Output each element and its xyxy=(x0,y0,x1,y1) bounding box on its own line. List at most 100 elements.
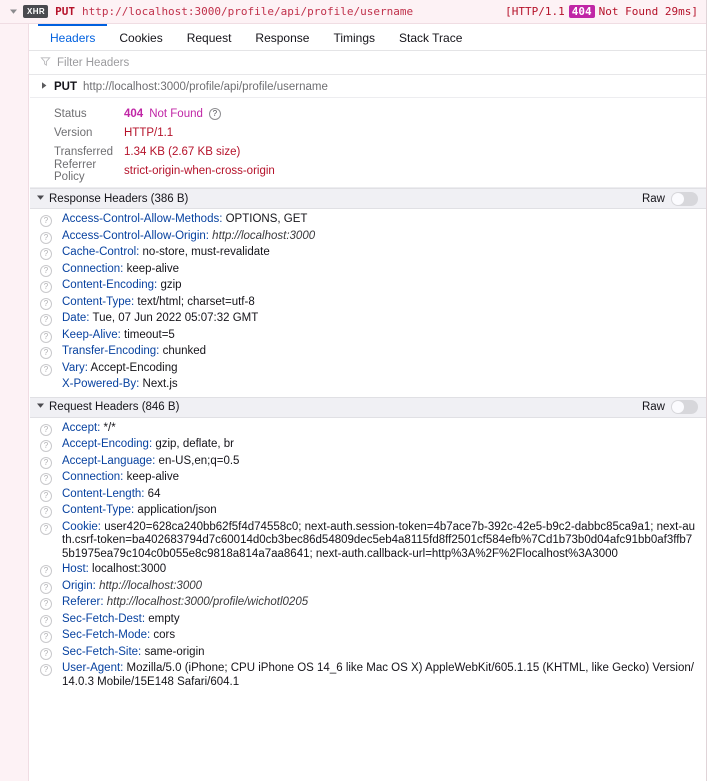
header-name[interactable]: Accept: xyxy=(62,422,100,434)
question-mark-icon[interactable]: ? xyxy=(40,281,52,293)
tab-cookies[interactable]: Cookies xyxy=(107,24,174,50)
header-name[interactable]: Access-Control-Allow-Origin: xyxy=(62,230,209,242)
header-text: Origin: http://localhost:3000 xyxy=(62,580,698,594)
header-name[interactable]: Sec-Fetch-Dest: xyxy=(62,613,145,625)
question-mark-icon[interactable]: ? xyxy=(40,363,52,376)
header-row[interactable]: ? Accept: */* xyxy=(30,421,706,438)
header-name[interactable]: X-Powered-By: xyxy=(62,378,139,390)
header-row[interactable]: ? Accept-Language: en-US,en;q=0.5 xyxy=(30,454,706,471)
header-value: cors xyxy=(150,629,176,641)
header-name[interactable]: Accept-Encoding: xyxy=(62,438,152,450)
tab-headers[interactable]: Headers xyxy=(38,24,108,50)
header-help-slot: ? xyxy=(40,629,62,644)
header-name[interactable]: Cache-Control: xyxy=(62,246,139,258)
header-row[interactable]: ? User-Agent: Mozilla/5.0 (iPhone; CPU iP… xyxy=(30,661,706,690)
header-name[interactable]: Connection: xyxy=(62,471,123,483)
header-name[interactable]: Content-Type: xyxy=(62,504,134,516)
header-row[interactable]: ? Vary: Accept-Encoding xyxy=(30,361,706,378)
header-row[interactable]: ? Accept-Encoding: gzip, deflate, br xyxy=(30,437,706,454)
question-mark-icon[interactable]: ? xyxy=(40,264,52,277)
question-mark-icon[interactable]: ? xyxy=(208,107,221,120)
header-row[interactable]: ? Transfer-Encoding: chunked xyxy=(30,344,706,361)
filter-headers-row[interactable]: Filter Headers xyxy=(0,51,706,75)
header-name[interactable]: Access-Control-Allow-Methods: xyxy=(62,213,222,225)
header-row[interactable]: ? Access-Control-Allow-Origin: http://loc… xyxy=(30,229,706,246)
header-row[interactable]: ? Content-Type: application/json xyxy=(30,503,706,520)
question-mark-icon[interactable]: ? xyxy=(40,297,52,310)
tab-response[interactable]: Response xyxy=(243,24,321,50)
tab-request-label: Request xyxy=(186,31,232,45)
header-row[interactable]: ? Origin: http://localhost:3000 xyxy=(30,579,706,596)
header-name[interactable]: Content-Encoding: xyxy=(62,279,157,291)
header-name[interactable]: Sec-Fetch-Site: xyxy=(62,646,141,658)
url-summary-row[interactable]: PUT http://localhost:3000/profile/api/pr… xyxy=(30,76,706,98)
header-row[interactable]: ? Connection: keep-alive xyxy=(30,262,706,279)
header-row[interactable]: ? Content-Length: 64 xyxy=(30,487,706,504)
question-mark-icon[interactable]: ? xyxy=(40,664,52,676)
header-text: Referer: http://localhost:3000/profile/w… xyxy=(62,596,698,610)
question-mark-icon[interactable]: ? xyxy=(40,473,52,485)
header-name[interactable]: Vary: xyxy=(62,362,88,374)
header-name[interactable]: Sec-Fetch-Mode: xyxy=(62,629,150,641)
header-value: http://localhost:3000 xyxy=(208,229,316,242)
question-mark-icon[interactable]: ? xyxy=(40,631,52,643)
question-mark-icon[interactable]: ? xyxy=(40,506,52,518)
question-mark-icon[interactable]: ? xyxy=(40,215,52,227)
header-row[interactable]: ? Date: Tue, 07 Jun 2022 05:07:32 GMT xyxy=(30,311,706,328)
header-row[interactable]: X-Powered-By: Next.js xyxy=(30,377,706,393)
question-mark-icon[interactable]: ? xyxy=(40,598,52,610)
tab-timings[interactable]: Timings xyxy=(321,24,387,50)
header-row[interactable]: ? Referer: http://localhost:3000/profile/… xyxy=(30,595,706,612)
header-name[interactable]: Content-Type: xyxy=(62,296,134,308)
header-row[interactable]: ? Cache-Control: no-store, must-revalidat… xyxy=(30,245,706,262)
question-mark-icon[interactable]: ? xyxy=(40,330,52,343)
question-mark-icon[interactable]: ? xyxy=(40,248,52,260)
header-row[interactable]: ? Access-Control-Allow-Methods: OPTIONS, … xyxy=(30,212,706,229)
header-row[interactable]: ? Content-Type: text/html; charset=utf-8 xyxy=(30,295,706,312)
triangle-right-icon[interactable] xyxy=(40,81,48,93)
header-row[interactable]: ? Content-Encoding: gzip xyxy=(30,278,706,295)
header-name[interactable]: Content-Length: xyxy=(62,488,144,500)
request-summary-bar[interactable]: XHR PUT http://localhost:3000/profile/ap… xyxy=(0,0,706,24)
response-raw-toggle[interactable] xyxy=(671,191,698,206)
header-row[interactable]: ? Cookie: user420=628ca240bb62f5f4d74558c… xyxy=(30,520,706,563)
header-name[interactable]: Referer: xyxy=(62,596,104,608)
header-name[interactable]: Keep-Alive: xyxy=(62,329,121,341)
question-mark-icon[interactable]: ? xyxy=(40,440,52,452)
request-headers-section-header[interactable]: Request Headers (846 B) Raw xyxy=(30,396,706,418)
question-mark-icon[interactable]: ? xyxy=(40,489,52,502)
header-row[interactable]: ? Keep-Alive: timeout=5 xyxy=(30,328,706,345)
triangle-down-icon[interactable] xyxy=(36,193,45,205)
question-mark-icon[interactable]: ? xyxy=(40,423,52,436)
header-name[interactable]: Accept-Language: xyxy=(62,455,155,467)
question-mark-icon[interactable]: ? xyxy=(40,456,52,469)
request-raw-toggle[interactable] xyxy=(671,400,698,414)
header-row[interactable]: ? Sec-Fetch-Mode: cors xyxy=(30,628,706,645)
question-mark-icon[interactable]: ? xyxy=(40,231,52,244)
filter-headers-input[interactable]: Filter Headers xyxy=(57,57,129,69)
tab-request[interactable]: Request xyxy=(175,24,244,50)
header-row[interactable]: ? Connection: keep-alive xyxy=(30,470,706,487)
header-name[interactable]: Host: xyxy=(62,563,89,575)
question-mark-icon[interactable]: ? xyxy=(40,347,52,359)
header-help-slot: ? xyxy=(40,662,62,677)
header-name[interactable]: Connection: xyxy=(62,263,123,275)
response-headers-section-header[interactable]: Response Headers (386 B) Raw xyxy=(30,188,706,209)
header-name[interactable]: Transfer-Encoding: xyxy=(62,345,159,357)
question-mark-icon[interactable]: ? xyxy=(40,647,52,660)
tab-stack-trace[interactable]: Stack Trace xyxy=(387,24,474,50)
header-row[interactable]: ? Host: localhost:3000 xyxy=(30,562,706,579)
triangle-down-icon[interactable] xyxy=(6,5,20,19)
header-row[interactable]: ? Sec-Fetch-Dest: empty xyxy=(30,612,706,629)
triangle-down-icon[interactable] xyxy=(36,401,45,413)
question-mark-icon[interactable]: ? xyxy=(40,565,52,577)
header-name[interactable]: Origin: xyxy=(62,580,96,592)
question-mark-icon[interactable]: ? xyxy=(40,614,52,627)
question-mark-icon[interactable]: ? xyxy=(40,581,52,594)
header-name[interactable]: User-Agent: xyxy=(62,662,123,674)
header-row[interactable]: ? Sec-Fetch-Site: same-origin xyxy=(30,645,706,662)
question-mark-icon[interactable]: ? xyxy=(40,314,52,326)
header-name[interactable]: Cookie: xyxy=(62,521,101,533)
question-mark-icon[interactable]: ? xyxy=(40,522,52,535)
header-name[interactable]: Date: xyxy=(62,312,90,324)
